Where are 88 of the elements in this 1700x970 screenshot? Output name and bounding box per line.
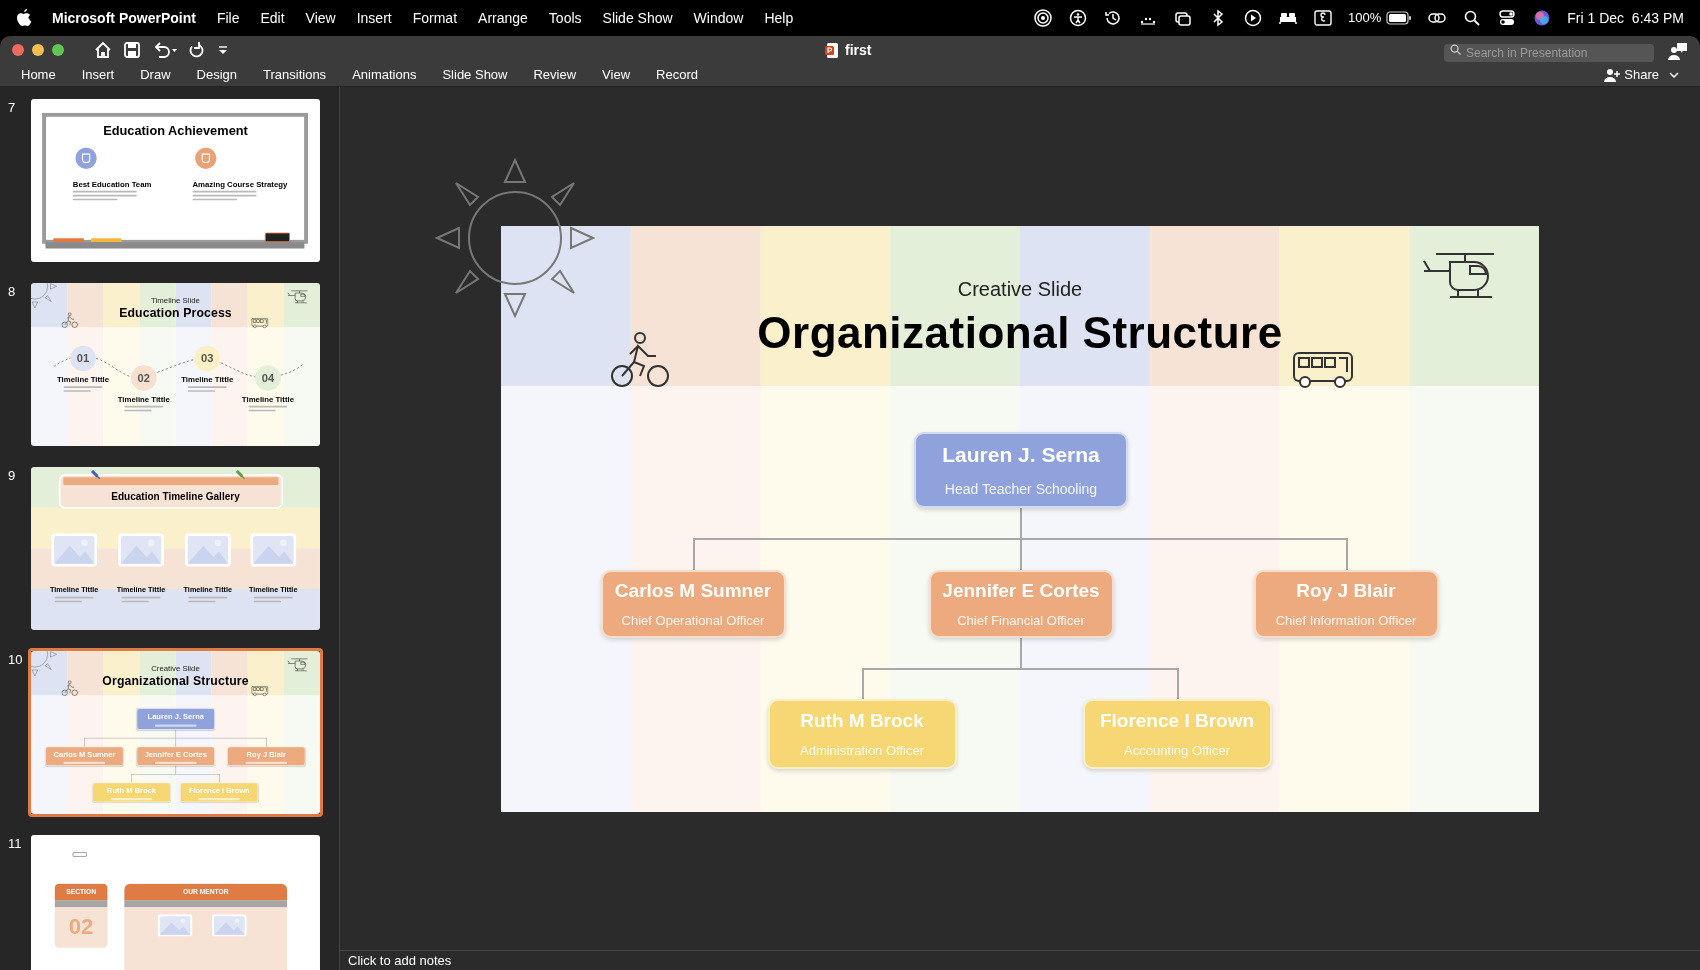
app-menu[interactable]: Microsoft PowerPoint — [52, 7, 196, 29]
job-title-line — [154, 724, 197, 727]
clock: Fri 1 Dec 6:43 PM — [1567, 8, 1684, 28]
slide-title: Education Achievement — [102, 122, 249, 140]
play-icon[interactable] — [1243, 9, 1264, 27]
comments-icon[interactable] — [1668, 41, 1688, 60]
chevron-down-icon[interactable] — [1669, 70, 1679, 79]
section-number: 02 — [67, 913, 95, 941]
window-title: first — [845, 41, 872, 60]
pushpin-icon — [235, 469, 246, 480]
menu-item[interactable]: File — [216, 7, 240, 29]
minimize-button[interactable] — [32, 43, 44, 56]
menu-item[interactable]: Insert — [356, 7, 392, 29]
ribbon-tab[interactable]: Record — [656, 64, 698, 85]
bicycle-icon — [610, 329, 670, 388]
ribbon-tab[interactable]: Review — [533, 64, 577, 85]
search-field[interactable]: Search in Presentation — [1444, 43, 1654, 62]
ribbon-tab[interactable]: Insert — [81, 64, 115, 85]
job-title-line — [110, 798, 153, 801]
home-icon[interactable] — [94, 40, 112, 59]
menu-item[interactable]: Format — [412, 7, 458, 29]
slide-title: Education Process — [119, 304, 232, 322]
save-icon[interactable] — [124, 41, 140, 58]
notes-field[interactable]: Click to add notes — [348, 950, 748, 970]
menu-item[interactable]: Edit — [260, 7, 285, 29]
eraser-drawing — [264, 232, 290, 243]
close-button[interactable] — [12, 43, 24, 56]
job-title: Chief Information Officer — [1275, 612, 1417, 630]
ribbon-tab[interactable]: Design — [196, 64, 237, 85]
pencil-drawing — [90, 238, 122, 243]
job-title: Accounting Officer — [1124, 742, 1230, 760]
slide-number: 9 — [7, 467, 17, 485]
ribbon-tab[interactable]: Animations — [352, 64, 417, 85]
ribbon-tab[interactable]: Slide Show — [442, 64, 508, 85]
ribbon-tab[interactable]: View — [602, 64, 631, 85]
job-title-line — [63, 761, 106, 765]
body-text-line — [187, 386, 227, 388]
job-title-line — [154, 761, 197, 765]
job-title: Head Teacher Schooling — [944, 479, 1098, 499]
job-title: Chief Operational Officer — [621, 612, 765, 630]
dotted-strip — [54, 900, 108, 908]
accessibility-icon[interactable] — [1068, 9, 1089, 27]
battery-icon[interactable] — [1386, 11, 1413, 25]
job-title: Chief Financial Officer — [957, 612, 1085, 630]
customize-toolbar-icon[interactable] — [218, 44, 228, 55]
slide-number: 8 — [7, 283, 17, 301]
add-person-icon — [1604, 67, 1621, 82]
control-center-icon[interactable] — [1497, 9, 1518, 27]
keyboard-input-icon[interactable] — [1313, 9, 1334, 27]
presentation-file-icon — [825, 43, 839, 58]
pushpin-icon — [90, 469, 101, 480]
person-name: Jennifer E Cortes — [942, 578, 1100, 603]
redo-icon[interactable] — [188, 41, 204, 58]
search-icon — [1450, 43, 1461, 55]
share-button[interactable]: Share — [1604, 64, 1659, 85]
person-name: Ruth M Brock — [800, 708, 924, 733]
job-title-line — [198, 798, 241, 801]
job-title-line — [245, 761, 288, 765]
slide-subtitle: Creative Slide — [957, 276, 1083, 302]
body-text-line — [63, 386, 103, 388]
pencil-drawing — [53, 238, 84, 243]
person-name: Florence I Brown — [1099, 708, 1255, 733]
menu-item[interactable]: Tools — [548, 7, 582, 29]
slide-title: Organizational Structure — [102, 672, 249, 690]
menu-item[interactable]: Arrange — [478, 7, 528, 29]
zoom-button[interactable] — [52, 43, 64, 56]
apple-logo-icon[interactable] — [16, 9, 32, 27]
airdrop-icon[interactable] — [1033, 9, 1054, 27]
ribbon-tab[interactable]: Transitions — [263, 64, 327, 85]
slide-title: Education Timeline Gallery — [110, 489, 241, 505]
menu-item[interactable]: Slide Show — [602, 7, 673, 29]
person-name: Roy J Blair — [1296, 578, 1396, 603]
menu-item[interactable]: Help — [764, 7, 794, 29]
person-name: Carlos M Sumner — [614, 578, 772, 603]
menu-item[interactable]: View — [305, 7, 336, 29]
ribbon-tab[interactable]: Home — [21, 64, 56, 85]
bus-icon — [1292, 350, 1354, 389]
person-name: Lauren J. Serna — [942, 442, 1100, 469]
slide-title: Organizational Structure — [757, 306, 1283, 359]
ribbon-tab[interactable]: Draw — [140, 64, 171, 85]
battery-percentage: 100% — [1348, 9, 1382, 28]
slide-number: 11 — [7, 835, 23, 853]
menu-item[interactable]: Window — [693, 7, 744, 29]
slide-number: 10 — [7, 651, 24, 669]
windows-icon[interactable] — [1173, 9, 1194, 27]
undo-icon[interactable] — [152, 41, 178, 58]
job-title: Administration Officer — [800, 742, 924, 760]
slide-number: 7 — [7, 99, 17, 117]
